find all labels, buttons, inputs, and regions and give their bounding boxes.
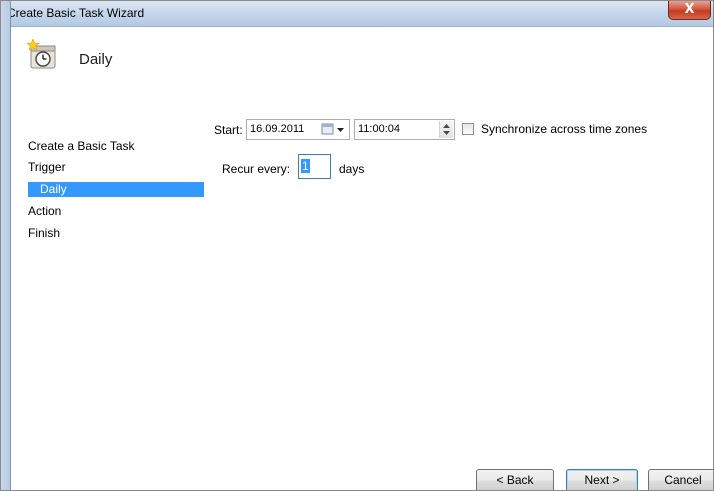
recur-days-value: 1	[301, 159, 310, 173]
start-date-value: 16.09.2011	[250, 123, 305, 135]
start-date-picker[interactable]: 16.09.2011	[246, 119, 350, 140]
recur-every-label: Recur every:	[222, 162, 291, 176]
nav-item-label: Action	[28, 204, 62, 218]
sync-timezones-checkbox[interactable]	[462, 123, 474, 135]
back-button[interactable]: < Back	[476, 469, 554, 490]
next-button[interactable]: Next >	[566, 469, 638, 490]
nav-item-daily[interactable]: Daily	[28, 182, 204, 197]
wizard-header: Daily	[11, 27, 713, 97]
close-button[interactable]: X	[668, 1, 711, 20]
cancel-button[interactable]: Cancel	[648, 469, 713, 490]
start-time-picker[interactable]: 11:00:04	[354, 119, 455, 140]
window-title: Create Basic Task Wizard	[7, 6, 145, 20]
nav-item-trigger[interactable]: Trigger	[28, 160, 204, 175]
time-spinner-icon[interactable]	[439, 121, 453, 138]
nav-item-create-basic-task[interactable]: Create a Basic Task	[28, 139, 204, 154]
recur-days-input[interactable]: 1	[298, 154, 331, 179]
title-bar[interactable]: Create Basic Task Wizard X	[1, 1, 713, 27]
wizard-window: Create Basic Task Wizard X Daily Create …	[0, 0, 714, 491]
wizard-content: Daily Create a Basic Task Trigger Daily …	[11, 27, 713, 490]
start-label: Start:	[214, 123, 243, 137]
sync-timezones-label: Synchronize across time zones	[481, 122, 648, 136]
nav-item-label: Create a Basic Task	[28, 139, 135, 153]
start-time-value: 11:00:04	[358, 123, 401, 135]
nav-item-label: Daily	[40, 182, 67, 196]
nav-item-action[interactable]: Action	[28, 204, 204, 219]
close-icon: X	[684, 2, 695, 17]
nav-item-label: Trigger	[28, 160, 66, 174]
page-title: Daily	[79, 51, 113, 68]
nav-item-label: Finish	[28, 226, 61, 240]
clock-task-icon	[27, 39, 56, 69]
recur-unit-label: days	[339, 162, 365, 176]
window-left-frame	[1, 1, 11, 490]
calendar-dropdown-icon[interactable]	[319, 122, 347, 137]
nav-item-finish[interactable]: Finish	[28, 226, 204, 241]
